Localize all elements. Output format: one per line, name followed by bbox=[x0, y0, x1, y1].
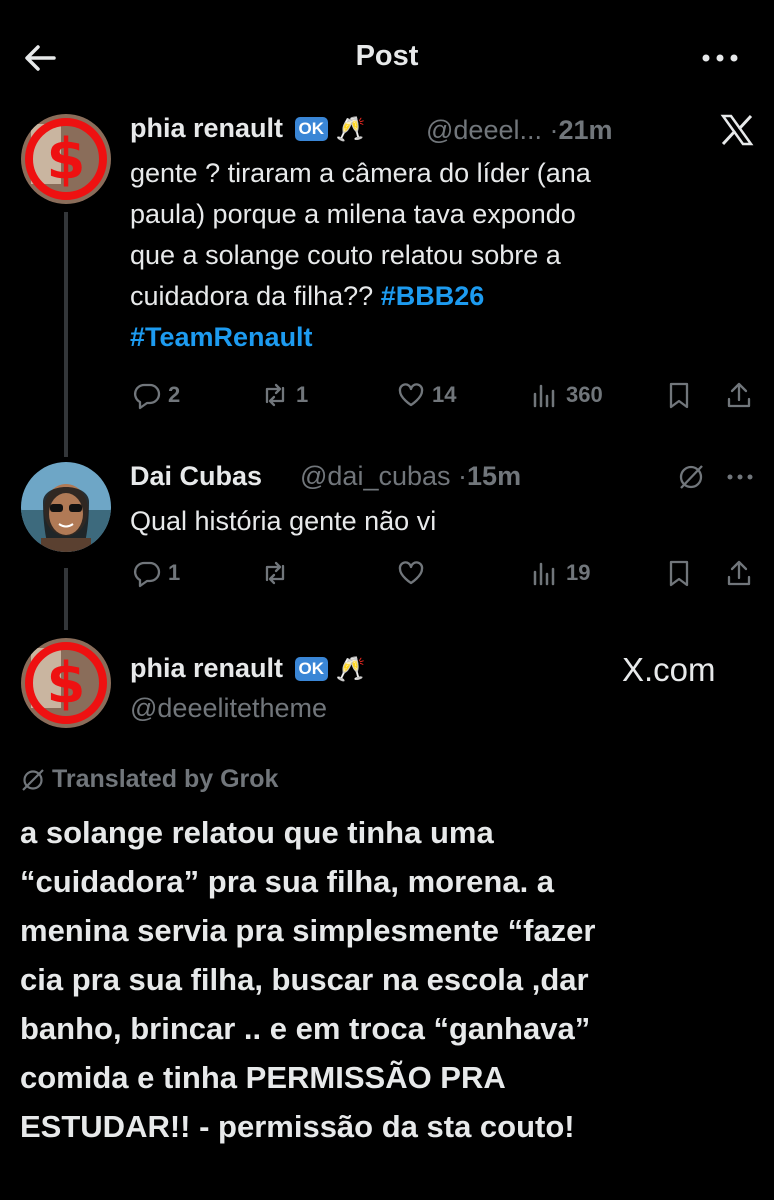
post1-text: gente ? tiraram a câmera do líder (ana p… bbox=[130, 153, 750, 358]
text-line: cia pra sua filha, buscar na escola ,dar bbox=[20, 962, 589, 997]
share-icon bbox=[727, 560, 751, 586]
view-count: 19 bbox=[566, 560, 591, 585]
handle[interactable]: @deeel... bbox=[426, 115, 542, 145]
share-button[interactable] bbox=[724, 380, 754, 410]
like-button[interactable] bbox=[396, 558, 426, 588]
views-button[interactable]: 360 bbox=[530, 380, 603, 410]
views-icon bbox=[533, 384, 555, 408]
more-icon[interactable] bbox=[696, 38, 744, 78]
svg-text:$: $ bbox=[47, 651, 86, 716]
views-button[interactable]: 19 bbox=[530, 558, 590, 588]
timestamp[interactable]: 15m bbox=[467, 461, 521, 491]
handle[interactable]: @dai_cubas bbox=[300, 461, 451, 491]
grok-icon bbox=[22, 768, 44, 791]
bookmark-icon bbox=[669, 382, 689, 409]
reply-icon bbox=[133, 383, 161, 410]
text-line: ESTUDAR!! - permissão da sta couto! bbox=[20, 1109, 575, 1144]
bookmark-button[interactable] bbox=[664, 380, 694, 410]
text-line: a solange relatou que tinha uma bbox=[20, 815, 494, 850]
post2-meta: @dai_cubas ·15m bbox=[300, 461, 521, 492]
author-name: Dai Cubas bbox=[130, 461, 263, 491]
text-line: cuidadora da filha?? bbox=[130, 281, 381, 311]
separator: · bbox=[549, 115, 559, 145]
author-name: phia renault bbox=[130, 113, 284, 143]
x-logo-icon bbox=[720, 114, 754, 151]
svg-text:$: $ bbox=[47, 127, 86, 192]
repost-button[interactable]: 1 bbox=[260, 380, 308, 410]
thread-line bbox=[64, 212, 68, 457]
avatar[interactable] bbox=[21, 462, 111, 552]
grok-label: Translated by Grok bbox=[52, 765, 279, 793]
grok-icon[interactable] bbox=[676, 462, 706, 497]
site-watermark: X.com bbox=[622, 651, 716, 688]
text-line: menina servia pra simplesmente “fazer bbox=[20, 913, 596, 948]
repost-count: 1 bbox=[296, 382, 309, 407]
like-icon bbox=[398, 383, 424, 407]
reply-count: 2 bbox=[168, 382, 181, 407]
reply-count: 1 bbox=[168, 560, 181, 585]
like-count: 14 bbox=[432, 382, 457, 407]
like-icon bbox=[398, 561, 424, 585]
avatar[interactable]: $ bbox=[21, 638, 111, 728]
thread-line bbox=[64, 568, 68, 630]
more-icon[interactable] bbox=[722, 462, 758, 497]
post2-author[interactable]: Dai Cubas bbox=[130, 461, 262, 492]
repost-button[interactable] bbox=[260, 558, 290, 588]
hashtag-link[interactable]: #TeamRenault bbox=[130, 322, 313, 352]
repost-icon bbox=[265, 383, 285, 407]
hashtag-link[interactable]: #BBB26 bbox=[381, 281, 485, 311]
avatar[interactable]: $ bbox=[21, 114, 111, 204]
handle[interactable]: @deeelitetheme bbox=[130, 693, 327, 724]
text-line: paula) porque a milena tava expondo bbox=[130, 199, 576, 229]
post2-text: Qual história gente não vi bbox=[130, 506, 437, 536]
page-title: Post bbox=[355, 40, 419, 72]
reply-icon bbox=[133, 561, 161, 588]
text-line: “cuidadora” pra sua filha, morena. a bbox=[20, 864, 555, 899]
reply-button[interactable]: 2 bbox=[132, 380, 180, 410]
post3-author[interactable]: phia renault OK 🥂 bbox=[130, 653, 365, 684]
text-line: gente ? tiraram a câmera do líder (ana bbox=[130, 158, 591, 188]
author-name: phia renault bbox=[130, 653, 284, 683]
post1-author[interactable]: phia renault OK 🥂 bbox=[130, 113, 365, 144]
timestamp[interactable]: 21m bbox=[559, 115, 613, 145]
text-line: banho, brincar .. e em troca “ganhava” bbox=[20, 1011, 591, 1046]
ok-badge: OK bbox=[294, 117, 329, 141]
bookmark-button[interactable] bbox=[664, 558, 694, 588]
repost-icon bbox=[265, 561, 285, 585]
ok-badge: OK bbox=[294, 657, 329, 681]
post3-text: a solange relatou que tinha uma “cuidado… bbox=[20, 808, 760, 1151]
bookmark-icon bbox=[669, 560, 689, 587]
share-icon bbox=[727, 382, 751, 408]
text-line: que a solange couto relatou sobre a bbox=[130, 240, 561, 270]
like-button[interactable]: 14 bbox=[396, 380, 456, 410]
separator: · bbox=[458, 461, 468, 491]
translated-by-grok[interactable]: Translated by Grok bbox=[20, 765, 278, 794]
view-count: 360 bbox=[566, 382, 603, 407]
champagne-icon: 🥂 bbox=[335, 656, 366, 683]
share-button[interactable] bbox=[724, 558, 754, 588]
reply-button[interactable]: 1 bbox=[132, 558, 180, 588]
champagne-icon: 🥂 bbox=[335, 116, 366, 143]
text-line: comida e tinha PERMISSÃO PRA bbox=[20, 1060, 506, 1095]
post1-meta: @deeel... ·21m bbox=[426, 115, 613, 146]
views-icon bbox=[533, 562, 555, 586]
